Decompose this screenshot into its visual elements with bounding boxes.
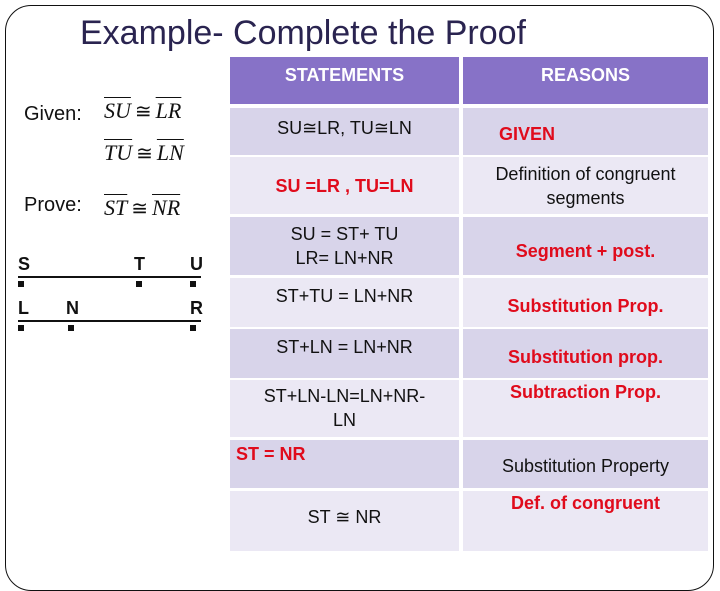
point-label-l: L	[18, 298, 29, 318]
slide-title: Example- Complete the Proof	[80, 14, 526, 52]
header-statements: STATEMENTS	[230, 57, 459, 104]
segment-lr	[18, 320, 201, 322]
given-label: Given:	[24, 103, 82, 125]
point-u-marker	[190, 281, 196, 287]
congruent-symbol: ≅	[134, 101, 152, 123]
statement-cell: ST+LN = LN+NR	[230, 329, 459, 378]
prove-right: NR	[152, 195, 181, 220]
point-n-marker	[68, 325, 74, 331]
statement-cell: ST+TU = LN+NR	[230, 278, 459, 327]
reason-cell: Segment + post.	[463, 217, 708, 275]
point-s-marker	[18, 281, 24, 287]
header-reasons: REASONS	[463, 57, 708, 104]
reason-cell: Substitution Prop.	[463, 278, 708, 327]
prove-left: ST	[104, 195, 128, 220]
reason-cell: GIVEN	[463, 108, 708, 155]
given-1-right: LR	[155, 98, 182, 123]
point-l-marker	[18, 325, 24, 331]
statement-cell: ST+LN-LN=LN+NR- LN	[230, 380, 459, 437]
reason-cell: Definition of congruent segments	[463, 157, 708, 214]
given-2-left: TU	[104, 140, 133, 165]
reason-cell: Substitution prop.	[463, 329, 708, 378]
statement-cell: ST = NR	[230, 440, 459, 488]
prove-statement: ST ≅ NR	[104, 195, 180, 221]
congruent-symbol: ≅	[136, 143, 153, 165]
given-statement-1: SU ≅ LR	[104, 98, 181, 124]
congruent-symbol: ≅	[131, 198, 149, 220]
statement-cell: ST ≅ NR	[230, 491, 459, 551]
given-statement-2: TU ≅ LN	[104, 140, 184, 166]
statement-cell: SU =LR , TU=LN	[230, 157, 459, 214]
statement-cell: SU = ST+ TU LR= LN+NR	[230, 217, 459, 275]
point-label-s: S	[18, 254, 31, 274]
point-r-marker	[190, 325, 196, 331]
reason-cell: Substitution Property	[463, 440, 708, 488]
point-label-u: U	[190, 254, 203, 274]
prove-label: Prove:	[24, 194, 82, 216]
reason-cell: Def. of congruent	[463, 491, 708, 551]
point-label-r: R	[190, 298, 203, 318]
statement-cell: SU≅LR, TU≅LN	[230, 108, 459, 155]
point-label-t: T	[134, 254, 145, 274]
point-label-n: N	[66, 298, 79, 318]
given-1-left: SU	[104, 98, 131, 123]
reason-cell: Subtraction Prop.	[463, 380, 708, 437]
given-2-right: LN	[156, 140, 184, 165]
point-t-marker	[136, 281, 142, 287]
segment-su	[18, 276, 201, 278]
